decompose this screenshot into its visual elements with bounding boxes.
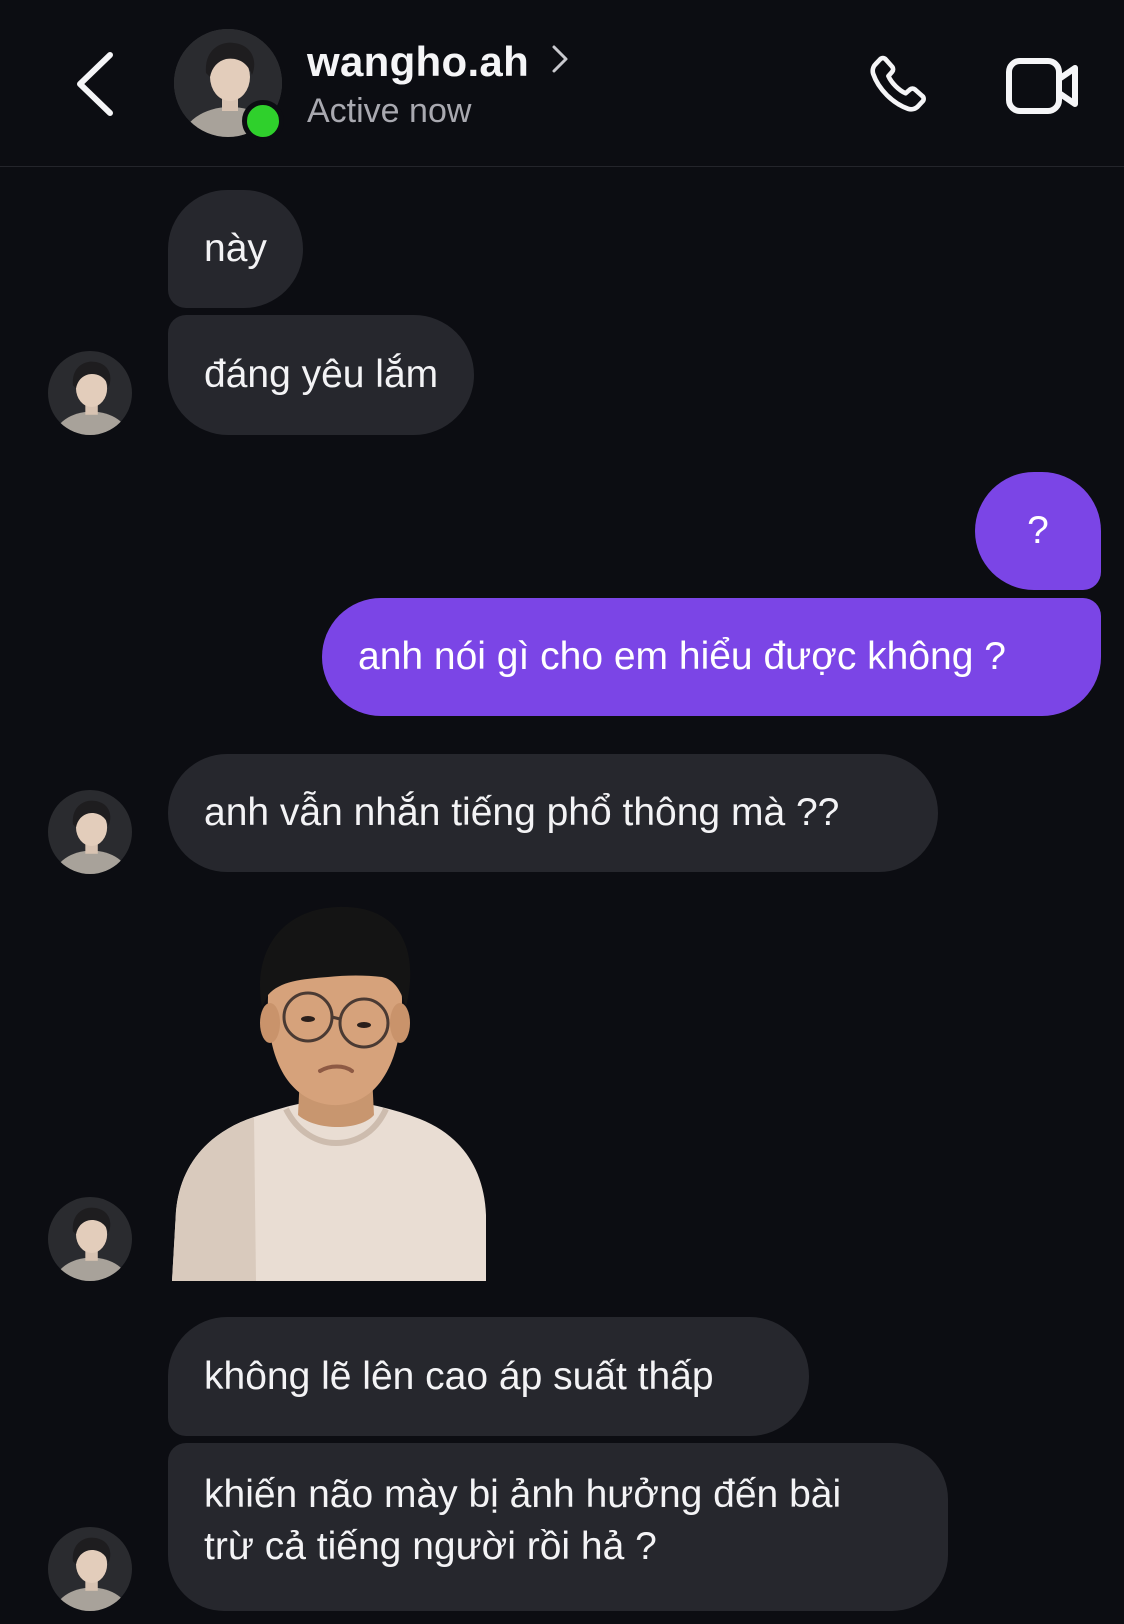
video-call-button[interactable] — [1000, 46, 1086, 126]
online-status-dot — [242, 100, 284, 142]
sender-avatar[interactable] — [48, 790, 132, 874]
message-text: này — [204, 227, 267, 270]
message-bubble-incoming[interactable]: này — [168, 190, 303, 308]
message-bubble-outgoing[interactable]: anh nói gì cho em hiểu được không ? — [322, 598, 1101, 716]
active-status: Active now — [307, 92, 472, 130]
phone-icon — [870, 55, 926, 112]
message-bubble-incoming[interactable]: anh vẫn nhắn tiếng phổ thông mà ?? — [168, 754, 938, 872]
message-text: ? — [1027, 509, 1049, 552]
message-bubble-incoming[interactable]: khiến não mày bị ảnh hưởng đến bài trừ c… — [168, 1443, 948, 1611]
message-bubble-incoming[interactable]: không lẽ lên cao áp suất thấp — [168, 1317, 809, 1436]
contact-username: wangho.ah — [307, 38, 530, 85]
message-text: không lẽ lên cao áp suất thấp — [204, 1354, 714, 1398]
message-text-line: khiến não mày bị ảnh hưởng đến bài — [204, 1473, 842, 1516]
chevron-left-icon — [77, 52, 113, 116]
contact-name-link[interactable]: wangho.ah — [307, 38, 569, 86]
sticker-image[interactable] — [168, 905, 490, 1281]
back-button[interactable] — [62, 44, 126, 124]
video-camera-icon — [1006, 58, 1078, 114]
sender-avatar[interactable] — [48, 351, 132, 435]
chevron-right-icon — [552, 45, 568, 73]
message-text-line: trừ cả tiếng người rồi hả ? — [204, 1525, 657, 1568]
message-text: đáng yêu lắm — [204, 353, 439, 396]
sender-avatar[interactable] — [48, 1527, 132, 1611]
message-bubble-outgoing[interactable]: ? — [975, 472, 1101, 590]
message-text: anh vẫn nhắn tiếng phổ thông mà ?? — [204, 791, 840, 834]
message-bubble-incoming[interactable]: đáng yêu lắm — [168, 315, 475, 435]
sender-avatar[interactable] — [48, 1197, 132, 1281]
chat-header: wangho.ah Active now — [0, 0, 1124, 167]
message-text: anh nói gì cho em hiểu được không ? — [358, 635, 1006, 678]
voice-call-button[interactable] — [856, 46, 936, 126]
